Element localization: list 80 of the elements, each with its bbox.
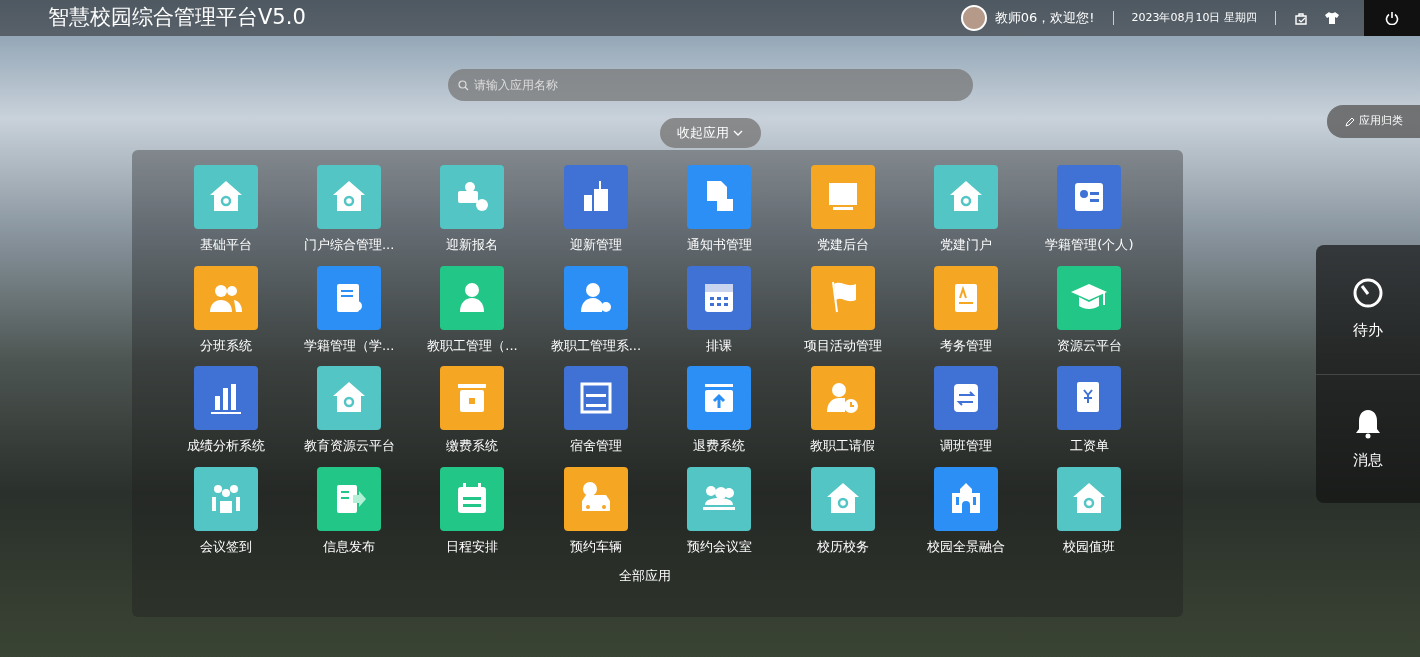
app-label: 宿舍管理 bbox=[569, 437, 622, 455]
app-shortcut[interactable]: 宿舍管理 bbox=[534, 366, 658, 456]
app-shortcut[interactable]: 考务管理 bbox=[904, 265, 1028, 355]
app-label: 教职工请假 bbox=[810, 437, 876, 455]
side-item[interactable]: 消息 bbox=[1316, 374, 1420, 503]
app-label: 日程安排 bbox=[446, 537, 499, 556]
category-button[interactable]: 应用归类 bbox=[1327, 105, 1420, 138]
app-shortcut[interactable]: 教职工请假 bbox=[780, 366, 905, 456]
app-label: 资源云平台 bbox=[1056, 336, 1122, 355]
app-label: 排课 bbox=[706, 336, 733, 355]
app-shortcut[interactable]: 分班系统 bbox=[164, 265, 288, 355]
all-apps-link[interactable]: 全部应用 bbox=[619, 566, 671, 586]
search-icon bbox=[457, 80, 469, 91]
app-shortcut[interactable]: 学籍管理（学... bbox=[287, 265, 411, 355]
power-icon bbox=[1385, 11, 1399, 25]
app-shortcut[interactable]: 日程安排 bbox=[410, 466, 535, 556]
app-label: 成绩分析系统 bbox=[186, 437, 265, 455]
app-label: 工资单 bbox=[1069, 437, 1109, 455]
app-label: 校园全景融合 bbox=[927, 537, 1006, 556]
app-label: 门户综合管理... bbox=[303, 236, 395, 254]
timer-icon bbox=[1352, 277, 1384, 310]
power-button[interactable] bbox=[1364, 0, 1420, 36]
app-shortcut[interactable]: 工资单 bbox=[1027, 366, 1152, 456]
app-shortcut[interactable]: 排课 bbox=[657, 265, 781, 355]
app-label: 校园值班 bbox=[1063, 537, 1116, 556]
greeting-text: 教师06，欢迎您! bbox=[994, 9, 1095, 28]
app-label: 学籍管理（学... bbox=[303, 336, 395, 355]
app-shortcut[interactable]: 学籍管理(个人) bbox=[1027, 165, 1152, 255]
app-label: 会议签到 bbox=[199, 537, 252, 556]
bag-icon[interactable] bbox=[1294, 11, 1308, 25]
app-shortcut[interactable]: 党建门户 bbox=[904, 165, 1028, 255]
app-label: 迎新报名 bbox=[446, 236, 499, 254]
app-shortcut[interactable]: 项目活动管理 bbox=[780, 265, 905, 355]
app-title: 智慧校园综合管理平台V5.0 bbox=[48, 4, 306, 32]
shirt-icon[interactable] bbox=[1324, 11, 1340, 25]
app-shortcut[interactable]: 党建后台 bbox=[780, 165, 905, 255]
app-label: 缴费系统 bbox=[446, 437, 499, 455]
app-shortcut[interactable]: 迎新管理 bbox=[534, 165, 658, 255]
app-shortcut[interactable]: 通知书管理 bbox=[657, 165, 781, 255]
app-label: 教职工管理（... bbox=[427, 336, 518, 355]
app-label: 预约会议室 bbox=[686, 537, 752, 556]
app-shortcut[interactable]: 教职工管理系... bbox=[534, 265, 658, 355]
app-shortcut[interactable]: 资源云平台 bbox=[1027, 265, 1152, 355]
app-label: 教职工管理系... bbox=[550, 336, 642, 355]
app-label: 教育资源云平台 bbox=[303, 437, 395, 455]
app-shortcut[interactable]: 信息发布 bbox=[287, 466, 411, 556]
app-label: 退费系统 bbox=[693, 437, 746, 455]
app-label: 考务管理 bbox=[940, 336, 993, 355]
app-shortcut[interactable]: 迎新报名 bbox=[410, 165, 535, 255]
date-text: 2023年08月10日 星期四 bbox=[1131, 9, 1257, 26]
app-shortcut[interactable]: 成绩分析系统 bbox=[164, 366, 288, 456]
app-label: 调班管理 bbox=[940, 437, 993, 455]
app-label: 党建门户 bbox=[940, 236, 993, 254]
app-label: 党建后台 bbox=[816, 236, 869, 254]
app-shortcut[interactable]: 教育资源云平台 bbox=[287, 366, 411, 456]
pencil-icon bbox=[1344, 116, 1355, 127]
app-label: 项目活动管理 bbox=[803, 336, 882, 355]
collapse-button[interactable]: 收起应用 bbox=[659, 118, 761, 148]
app-shortcut[interactable]: 校历校务 bbox=[780, 466, 905, 556]
app-label: 通知书管理 bbox=[686, 236, 752, 254]
app-label: 迎新管理 bbox=[569, 236, 622, 254]
app-label: 分班系统 bbox=[199, 336, 252, 355]
search-field[interactable]: 请输入应用名称 bbox=[447, 69, 973, 101]
app-shortcut[interactable]: 缴费系统 bbox=[410, 366, 535, 456]
app-label: 校历校务 bbox=[816, 537, 869, 556]
app-label: 基础平台 bbox=[199, 236, 252, 254]
app-label: 信息发布 bbox=[323, 537, 376, 556]
app-shortcut[interactable]: 教职工管理（... bbox=[410, 265, 535, 355]
app-shortcut[interactable]: 预约车辆 bbox=[534, 466, 658, 556]
app-shortcut[interactable]: 门户综合管理... bbox=[287, 165, 411, 255]
side-item[interactable]: 待办 bbox=[1316, 245, 1420, 374]
app-label: 预约车辆 bbox=[569, 537, 622, 556]
app-shortcut[interactable]: 预约会议室 bbox=[657, 466, 781, 556]
app-shortcut[interactable]: 校园值班 bbox=[1027, 466, 1152, 556]
app-shortcut[interactable]: 会议签到 bbox=[164, 466, 288, 556]
app-shortcut[interactable]: 调班管理 bbox=[904, 366, 1028, 456]
app-shortcut[interactable]: 退费系统 bbox=[657, 366, 781, 456]
app-shortcut[interactable]: 校园全景融合 bbox=[904, 466, 1028, 556]
app-label: 学籍管理(个人) bbox=[1045, 236, 1134, 254]
app-shortcut[interactable]: 基础平台 bbox=[164, 165, 288, 255]
